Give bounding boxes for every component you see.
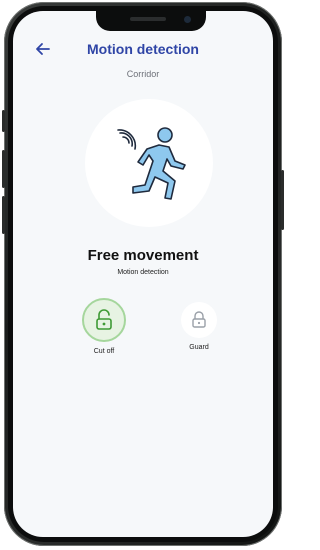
guard-action: Guard <box>175 302 223 351</box>
guard-button[interactable] <box>181 302 217 338</box>
status-title: Free movement <box>87 247 199 264</box>
cut-off-action: Cut off <box>80 298 128 355</box>
phone-volume-up-button <box>2 150 5 188</box>
lock-open-icon <box>96 309 112 330</box>
phone-power-button <box>281 170 284 230</box>
running-person-icon <box>117 127 186 200</box>
guard-label: Guard <box>189 344 209 351</box>
page-title: Motion detection <box>87 41 199 57</box>
lock-icon <box>192 311 206 328</box>
status-subtitle: Motion detection <box>117 269 169 276</box>
motion-illustration <box>85 99 213 227</box>
phone-mute-button <box>2 110 5 132</box>
phone-volume-down-button <box>2 196 5 234</box>
device-location: Corridor <box>126 69 160 79</box>
cut-off-label: Cut off <box>93 348 115 355</box>
front-camera <box>184 16 191 23</box>
cut-off-button[interactable] <box>82 298 126 342</box>
app-screen: Motion detection Corridor Free movement … <box>13 11 273 537</box>
speaker-grille <box>130 17 166 21</box>
phone-notch <box>96 11 206 31</box>
